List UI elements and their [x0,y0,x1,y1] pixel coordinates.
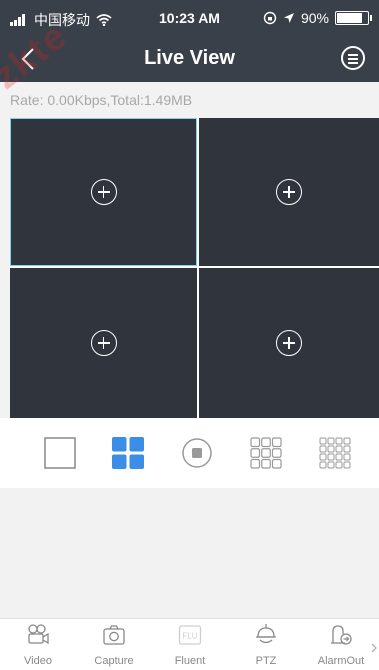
video-camera-icon [28,624,49,645]
bottom-toolbar: Video Capture FLU Fluent PTZ AlarmOut [0,618,379,670]
video-cell-1[interactable] [10,118,197,266]
video-cell-3[interactable] [10,268,197,418]
tab-capture[interactable]: Capture [76,619,152,670]
record-stop-icon[interactable] [181,437,213,469]
status-right: 90% [263,10,372,26]
layout-9-icon[interactable] [250,437,282,469]
page-title: Live View [144,47,235,69]
add-channel-icon[interactable] [276,330,302,356]
add-channel-icon[interactable] [90,179,117,205]
rotation-lock-icon [263,11,277,25]
tab-video[interactable]: Video [0,619,76,670]
nav-bar: Live View [0,36,379,82]
location-icon [283,13,294,23]
add-channel-icon[interactable] [276,179,302,205]
ptz-dome-icon [256,624,276,644]
video-cell-2[interactable] [199,118,379,266]
menu-button[interactable] [341,46,365,70]
layout-1-icon[interactable] [44,437,76,469]
tab-label: AlarmOut [317,655,365,667]
tab-label: Fluent [174,655,206,667]
video-cell-4[interactable] [199,268,379,418]
tab-label: PTZ [255,655,277,667]
tab-label: Video [24,655,52,667]
tab-alarm-out[interactable]: AlarmOut [303,619,379,670]
battery-icon [335,11,372,25]
alarm-out-icon [331,625,352,645]
empty-panel [0,488,379,618]
rate-text: Rate: 0.00Kbps,Total:1.49MB [0,82,379,118]
tab-label: Capture [94,655,134,667]
layout-16-icon[interactable] [319,437,351,469]
add-channel-icon[interactable] [90,330,117,356]
top-bar: 中国移动 10:23 AM 90% Live View [0,0,379,82]
svg-text:FLU: FLU [182,632,197,641]
tab-fluent[interactable]: FLU Fluent [152,619,228,670]
camera-icon [103,625,125,645]
layout-selector [0,418,379,488]
fluent-quality-icon: FLU [178,625,202,645]
battery-percent: 90% [300,10,329,26]
video-grid [10,118,379,418]
layout-4-icon[interactable] [112,437,144,469]
chevron-right-icon[interactable] [371,643,377,653]
status-bar: 中国移动 10:23 AM 90% [0,0,379,36]
tab-ptz[interactable]: PTZ [228,619,304,670]
